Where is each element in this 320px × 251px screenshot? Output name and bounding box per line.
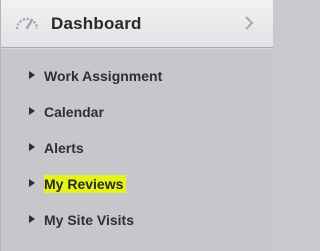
gauge-icon (15, 17, 39, 30)
menu-item-my-site-visits[interactable]: My Site Visits (1, 206, 273, 234)
chevron-right-icon[interactable] (243, 14, 255, 32)
triangle-right-icon (29, 107, 35, 115)
triangle-right-icon (29, 179, 35, 187)
menu-item-alerts[interactable]: Alerts (1, 134, 273, 162)
sidebar-menu: Dashboard Work Assignment Calendar Alert… (0, 0, 273, 251)
menu-item-label: My Site Visits (44, 212, 135, 228)
dashboard-header[interactable]: Dashboard (1, 0, 273, 48)
triangle-right-icon (29, 215, 35, 223)
menu-item-label: Work Assignment (44, 68, 163, 84)
menu-item-work-assignment[interactable]: Work Assignment (1, 62, 273, 90)
menu-item-my-reviews[interactable]: My Reviews (1, 170, 273, 198)
menu-item-label: Calendar (44, 104, 104, 120)
header-title: Dashboard (51, 14, 142, 33)
menu-item-calendar[interactable]: Calendar (1, 98, 273, 126)
menu-item-label: Alerts (44, 140, 84, 156)
menu-item-label: My Reviews (44, 175, 127, 193)
triangle-right-icon (29, 143, 35, 151)
triangle-right-icon (29, 71, 35, 79)
